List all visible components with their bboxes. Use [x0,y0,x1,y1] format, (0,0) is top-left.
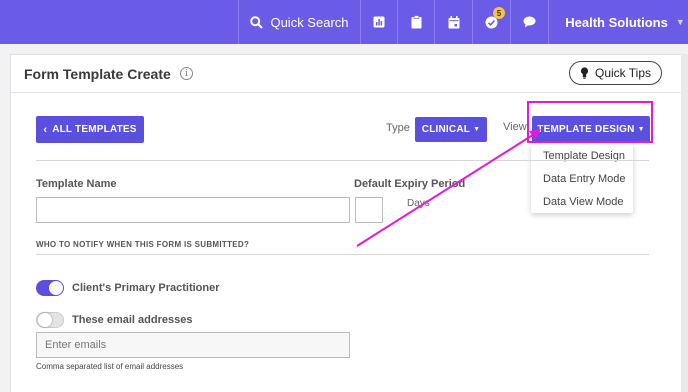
annotation-arrow [356,129,541,247]
